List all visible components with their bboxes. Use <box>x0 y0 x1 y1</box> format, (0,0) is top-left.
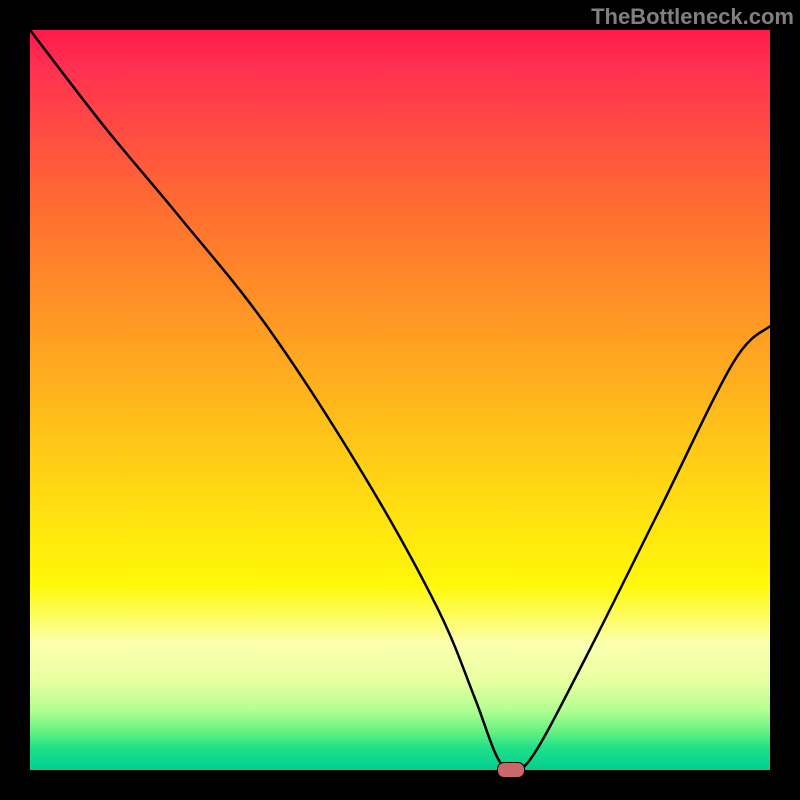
bottleneck-chart: TheBottleneck.com <box>0 0 800 800</box>
bottleneck-marker <box>497 762 525 778</box>
chart-curve <box>30 30 770 770</box>
plot-area <box>30 30 770 770</box>
watermark-text: TheBottleneck.com <box>591 4 794 30</box>
